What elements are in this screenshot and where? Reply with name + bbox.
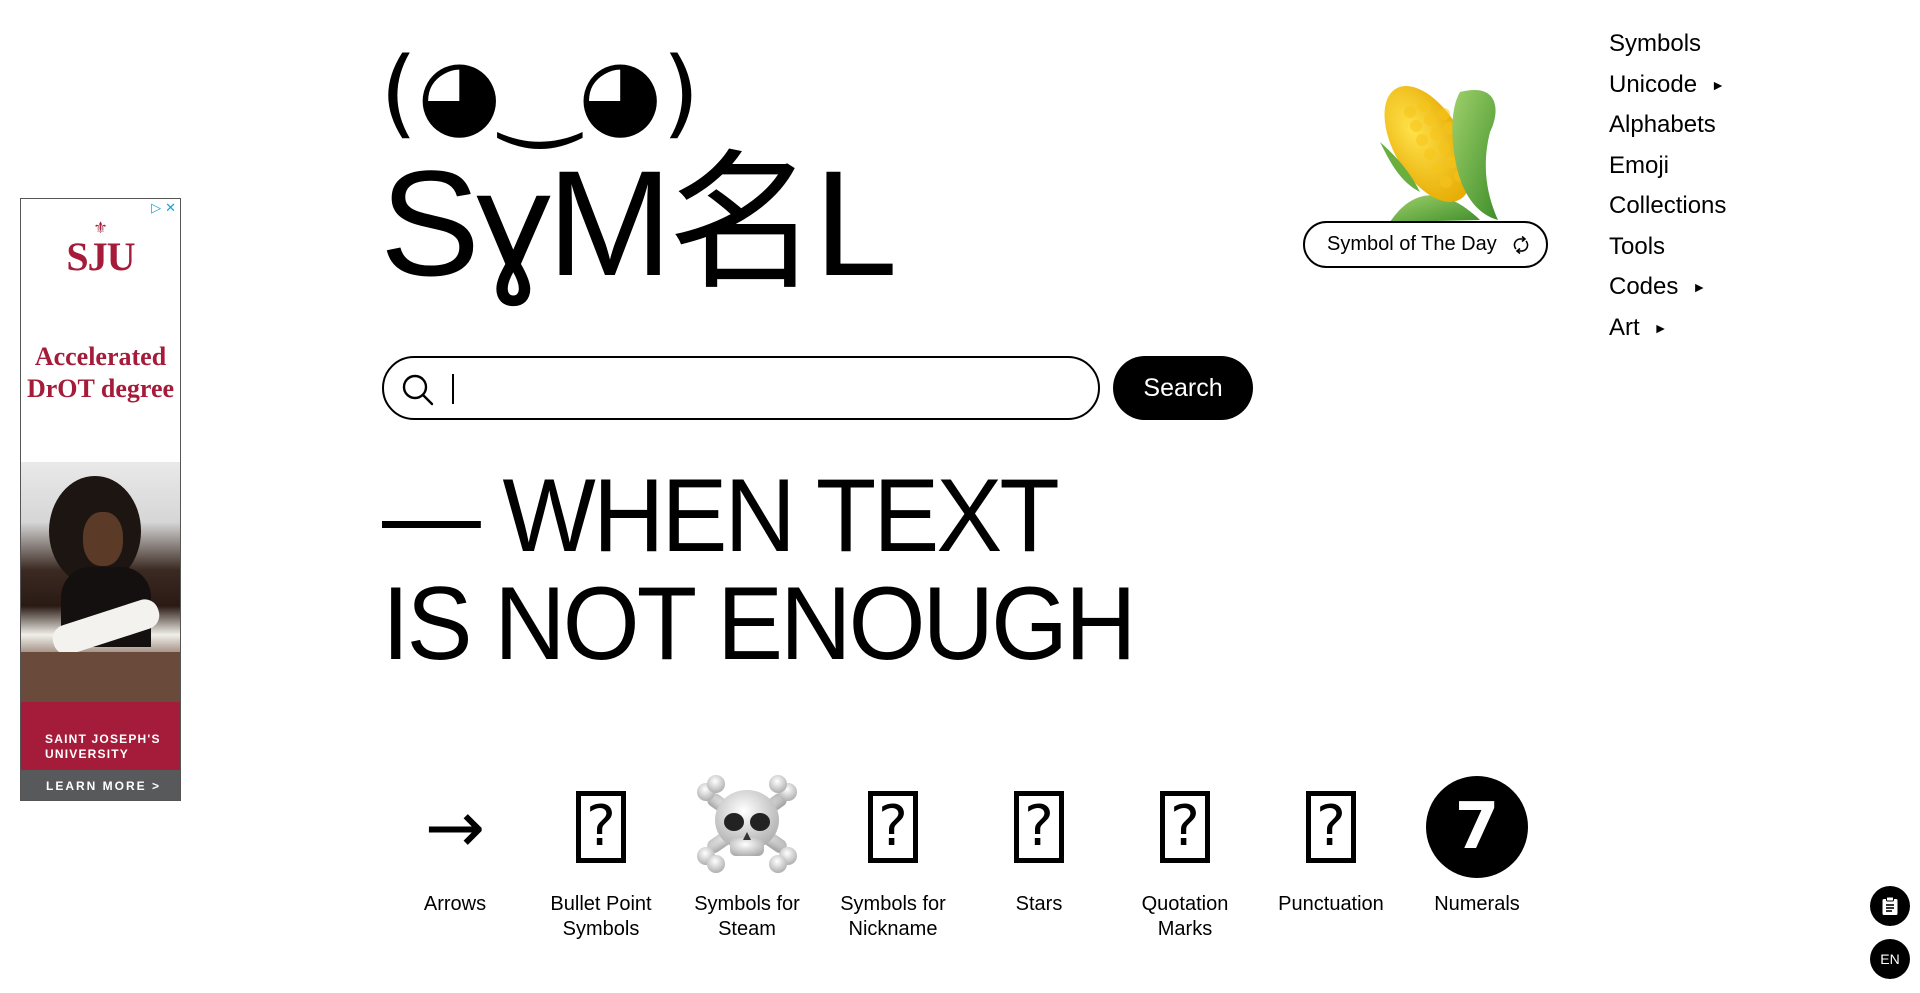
missing-glyph-icon: ? — [576, 791, 626, 863]
ad-institution-name: SAINT JOSEPH'S UNIVERSITY — [21, 702, 180, 770]
right-arrow-icon: → — [424, 785, 486, 869]
tagline-line-2: IS NOT ENOUGH — [382, 566, 1136, 682]
skull-and-crossbones-icon — [697, 775, 797, 873]
ad-logo-text: SJU — [66, 234, 135, 279]
symbol-of-the-day-button[interactable]: Symbol of The Day — [1303, 221, 1548, 268]
nav-item-symbols[interactable]: Symbols — [1609, 24, 1726, 65]
ad-logo: ⚜ SJU — [21, 221, 180, 277]
category-stars[interactable]: ? Stars — [966, 772, 1112, 942]
category-label: Punctuation — [1278, 893, 1384, 915]
nav-item-tools[interactable]: Tools — [1609, 227, 1726, 268]
submenu-arrow-icon[interactable]: ► — [1654, 320, 1668, 336]
submenu-arrow-icon[interactable]: ► — [1711, 77, 1725, 93]
ad-learn-more-button[interactable]: LEARN MORE > — [21, 770, 180, 800]
category-label: Stars — [1015, 893, 1063, 915]
search-button[interactable]: Search — [1113, 356, 1253, 420]
category-label: Quotation Marks — [1141, 893, 1229, 940]
kaomoji-face: (◕‿◕) — [380, 37, 700, 149]
nav-item-label: Tools — [1609, 232, 1666, 260]
corn-emoji-icon[interactable] — [1350, 72, 1510, 232]
symbol-of-the-day-label: Symbol of The Day — [1327, 233, 1497, 255]
search-input[interactable] — [450, 368, 1070, 408]
category-label: Symbols for Nickname — [840, 893, 946, 940]
category-quotation-marks[interactable]: ? Quotation Marks — [1112, 772, 1258, 942]
category-arrows[interactable]: → Arrows — [382, 772, 528, 942]
category-list: → Arrows ? Bullet Point Symbols Symbols … — [382, 772, 1550, 942]
nav-item-alphabets[interactable]: Alphabets — [1609, 105, 1726, 146]
nav-item-collections[interactable]: Collections — [1609, 186, 1726, 227]
category-numerals[interactable]: 7 Numerals — [1404, 772, 1550, 942]
circled-seven-icon: 7 — [1426, 776, 1528, 878]
ad-photo — [21, 462, 180, 702]
advertisement[interactable]: ▷ ✕ ⚜ SJU Accelerated DrOT degree SAINT … — [20, 198, 181, 801]
nav-item-label: Alphabets — [1609, 111, 1716, 139]
tagline: — WHEN TEXT IS NOT ENOUGH — [382, 458, 1136, 682]
category-label: Bullet Point Symbols — [550, 893, 652, 940]
adchoices-icon[interactable]: ▷ — [151, 201, 161, 215]
main-nav: Symbols Unicode ► Alphabets Emoji Collec… — [1609, 24, 1726, 348]
category-symbols-for-steam[interactable]: Symbols for Steam — [674, 772, 820, 942]
category-bullet-point-symbols[interactable]: ? Bullet Point Symbols — [528, 772, 674, 942]
missing-glyph-icon: ? — [1014, 791, 1064, 863]
ad-close-icon[interactable]: ✕ — [165, 201, 176, 215]
ad-controls: ▷ ✕ — [151, 201, 176, 215]
clipboard-icon — [1882, 896, 1898, 915]
category-label: Symbols for Steam — [694, 893, 800, 940]
category-punctuation[interactable]: ? Punctuation — [1258, 772, 1404, 942]
nav-item-label: Codes — [1609, 273, 1679, 301]
nav-item-label: Unicode — [1609, 70, 1698, 98]
ad-headline: Accelerated DrOT degree — [26, 342, 175, 403]
missing-glyph-icon: ? — [868, 791, 918, 863]
search-icon — [402, 374, 434, 406]
clipboard-button[interactable] — [1870, 886, 1910, 926]
nav-item-art[interactable]: Art ► — [1609, 308, 1726, 349]
tagline-line-1: — WHEN TEXT — [382, 458, 1060, 574]
nav-item-label: Collections — [1609, 192, 1727, 220]
category-label: Arrows — [423, 893, 487, 915]
missing-glyph-icon: ? — [1306, 791, 1356, 863]
search-box[interactable] — [382, 356, 1100, 420]
category-symbols-for-nickname[interactable]: ? Symbols for Nickname — [820, 772, 966, 942]
nav-item-unicode[interactable]: Unicode ► — [1609, 65, 1726, 106]
nav-item-label: Emoji — [1609, 151, 1670, 179]
category-label: Numerals — [1434, 893, 1520, 915]
submenu-arrow-icon[interactable]: ► — [1692, 279, 1706, 295]
nav-item-label: Art — [1609, 313, 1640, 341]
nav-item-codes[interactable]: Codes ► — [1609, 267, 1726, 308]
language-selector-button[interactable]: EN — [1870, 939, 1910, 979]
refresh-icon[interactable] — [1510, 234, 1532, 256]
nav-item-emoji[interactable]: Emoji — [1609, 146, 1726, 187]
missing-glyph-icon: ? — [1160, 791, 1210, 863]
site-logo[interactable]: SɣM名L — [380, 148, 898, 298]
nav-item-label: Symbols — [1609, 30, 1702, 58]
